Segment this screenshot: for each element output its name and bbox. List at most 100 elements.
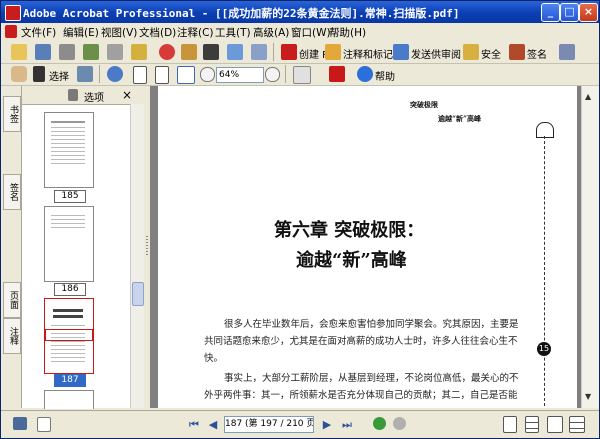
menu-advanced[interactable]: 高级(A) (253, 25, 289, 40)
menu-document[interactable]: 文档(D) (139, 25, 176, 40)
maximize-button[interactable]: □ (560, 3, 579, 22)
page-thumbnail[interactable] (44, 206, 94, 282)
zoom-in-icon[interactable] (107, 66, 123, 82)
scroll-thumb[interactable] (583, 98, 597, 106)
previous-page-button[interactable]: ◀ (205, 417, 221, 432)
send-review-button[interactable]: 发送供审阅 (411, 46, 461, 61)
toolbar-separator (99, 65, 100, 83)
previous-view-icon[interactable] (373, 417, 386, 430)
find-binoculars-icon[interactable] (203, 44, 219, 60)
pages-panel: 选项 × 185 186 187 (22, 86, 145, 409)
running-header-sub: 逾越“新”高峰 (438, 114, 482, 123)
chapter-subtitle: 逾越“新”高峰 (296, 250, 407, 271)
body-paragraph: 事实上，大部分工薪阶层，从基层到经理，不论岗位高低，最关心的不外乎两件事：其一，… (204, 373, 519, 401)
umbrella-logo-icon (536, 122, 554, 138)
page-thumbnail-selected[interactable] (44, 298, 94, 374)
zoom-level-input[interactable]: 64% (216, 67, 264, 83)
acrobat-app-icon (5, 5, 21, 21)
body-paragraph: 很多人在毕业数年后，会愈来愈害怕参加同学聚会。究其原因，主要是共同话题愈来愈少，… (204, 319, 519, 364)
zoom-window-icon[interactable] (227, 44, 243, 60)
sign-pen-icon[interactable] (509, 44, 525, 60)
zoom-in-circle-icon[interactable] (265, 67, 280, 82)
scroll-thumb[interactable] (132, 282, 144, 306)
first-page-button[interactable]: ⏮ (186, 417, 202, 432)
menu-window[interactable]: 窗口(W) (291, 25, 331, 40)
single-page-view-icon[interactable] (503, 416, 517, 433)
attach-icon[interactable] (131, 44, 147, 60)
last-page-button[interactable]: ⏭ (339, 417, 355, 432)
document-scrollbar[interactable]: ▲ ▼ (581, 86, 599, 408)
page-number-input[interactable]: 187 (第 197 / 210 页) (224, 416, 314, 433)
continuous-view-icon[interactable] (525, 416, 539, 433)
export-icon[interactable] (181, 44, 197, 60)
actual-size-icon[interactable] (133, 66, 147, 84)
document-icon (5, 25, 17, 38)
options-menu[interactable]: 选项 (84, 89, 104, 104)
email-icon[interactable] (83, 44, 99, 60)
page-setup-icon[interactable] (37, 417, 51, 432)
menu-view[interactable]: 视图(V) (101, 25, 137, 40)
acrobat-window: Adobe Acrobat Professional - [[成功加薪的22条黄… (0, 0, 600, 439)
facing-view-icon[interactable] (547, 416, 563, 433)
zoom-out-icon[interactable] (200, 67, 215, 82)
send-review-icon[interactable] (393, 44, 409, 60)
menu-help[interactable]: 帮助(H) (329, 25, 366, 40)
tab-comments[interactable]: 注释 (3, 318, 21, 354)
organizer-icon[interactable] (107, 44, 123, 60)
open-folder-icon[interactable] (11, 44, 27, 60)
help-button[interactable]: 帮助 (375, 68, 395, 83)
pdf-page: 突破极限 逾越“新”高峰 15 第六章 突破极限： 逾越“新”高峰 很多人在毕业… (158, 86, 577, 408)
continuous-facing-view-icon[interactable] (569, 416, 585, 433)
menu-file[interactable]: 文件(F) (21, 25, 56, 40)
next-page-button[interactable]: ▶ (319, 417, 335, 432)
comment-markup-button[interactable]: 注释和标记 (343, 46, 393, 61)
scan-icon[interactable] (251, 44, 267, 60)
yahoo-search-icon[interactable] (329, 66, 345, 82)
save-icon[interactable] (35, 44, 51, 60)
security-lock-icon[interactable] (463, 44, 479, 60)
thumbnail-label-selected: 187 (54, 374, 86, 387)
scroll-down-arrow-icon[interactable]: ▼ (585, 392, 591, 401)
close-panel-button[interactable]: × (122, 88, 132, 102)
thumbnail-label: 185 (54, 190, 86, 203)
toolbar-file: 创建 PDF 注释和标记 发送供审阅 安全 签名 (1, 41, 599, 64)
history-icon[interactable] (159, 44, 175, 60)
sign-button[interactable]: 签名 (527, 46, 547, 61)
toolbar-separator (273, 43, 274, 61)
close-button[interactable]: × (579, 3, 598, 22)
print-icon[interactable] (59, 44, 75, 60)
display-icon[interactable] (13, 417, 27, 430)
menu-tools[interactable]: 工具(T) (215, 25, 251, 40)
page-thumbnail[interactable] (44, 112, 94, 188)
thumbnails-scrollbar[interactable] (130, 104, 144, 408)
comment-markup-icon[interactable] (325, 44, 341, 60)
select-text-icon[interactable] (33, 66, 45, 82)
fit-width-icon[interactable] (177, 66, 195, 84)
document-view[interactable]: 突破极限 逾越“新”高峰 15 第六章 突破极限： 逾越“新”高峰 很多人在毕业… (150, 86, 581, 408)
title-bar[interactable]: Adobe Acrobat Professional - [[成功加薪的22条黄… (1, 1, 599, 23)
menu-bar: 文件(F) 编辑(E) 视图(V) 文档(D) 注释(C) 工具(T) 高级(A… (1, 23, 599, 41)
help-icon[interactable] (357, 66, 373, 82)
menu-edit[interactable]: 编辑(E) (63, 25, 99, 40)
menu-comments[interactable]: 注释(C) (177, 25, 214, 40)
hand-tool-icon[interactable] (11, 66, 27, 82)
forms-icon[interactable] (559, 44, 575, 60)
window-title: Adobe Acrobat Professional - [[成功加薪的22条黄… (23, 7, 460, 20)
rotate-view-icon[interactable] (293, 66, 311, 84)
thumbnail-label: 186 (54, 283, 86, 296)
pages-panel-header: 选项 × (22, 86, 144, 105)
next-view-icon[interactable] (393, 417, 406, 430)
tab-pages[interactable]: 页面 (3, 282, 21, 318)
fit-page-icon[interactable] (155, 66, 169, 84)
tab-bookmarks[interactable]: 书签 (3, 96, 21, 132)
trash-icon[interactable] (68, 89, 78, 101)
snapshot-icon[interactable] (77, 66, 93, 82)
select-tool-button[interactable]: 选择 (49, 68, 69, 83)
page-edge-dashed-line (544, 136, 545, 406)
page-thumbnail[interactable] (44, 390, 94, 409)
minimize-button[interactable]: _ (541, 3, 560, 22)
security-button[interactable]: 安全 (481, 46, 501, 61)
tab-signatures[interactable]: 签名 (3, 174, 21, 210)
create-pdf-icon[interactable] (281, 44, 297, 60)
toolbar-navigation: 选择 64% 帮助 (1, 64, 599, 86)
